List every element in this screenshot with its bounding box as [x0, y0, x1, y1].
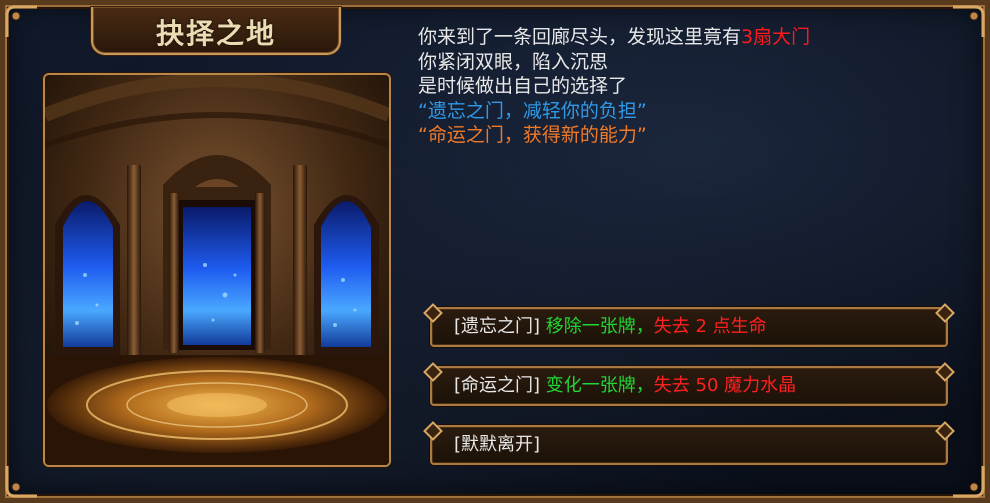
option-cost: 失去 50 魔力水晶 — [653, 375, 797, 396]
event-panel: 抉择之地 你来到了一条回廊尽头，发现这里竟有3扇大门 你紧闭双眼，陷入沉思 是时… — [0, 0, 990, 503]
ornate-corner-icon — [5, 464, 39, 498]
title-plaque: 抉择之地 — [91, 7, 341, 55]
option-fate-door-button[interactable]: [命运之门] 变化一张牌，失去 50 魔力水晶 — [430, 366, 948, 406]
option-effect: 变化一张牌， — [545, 375, 654, 396]
event-illustration — [43, 73, 391, 467]
option-leave-button[interactable]: [默默离开] — [430, 425, 948, 465]
ornate-corner-icon — [951, 464, 985, 498]
option-name: [默默离开] — [454, 434, 541, 455]
story-line: 你紧闭双眼，陷入沉思 — [418, 50, 609, 73]
story-text: 你来到了一条回廊尽头，发现这里竟有 — [418, 26, 742, 48]
door-count-highlight: 3扇大门 — [741, 26, 811, 48]
event-description: 你来到了一条回廊尽头，发现这里竟有3扇大门 你紧闭双眼，陷入沉思 是时候做出自己… — [418, 25, 810, 148]
fate-door-quote: “命运之门，获得新的能力” — [418, 124, 647, 146]
forget-door-quote: “遗忘之门，减轻你的负担” — [418, 99, 647, 122]
story-line: 是时候做出自己的选择了 — [418, 75, 628, 97]
story-line: 你来到了一条回廊尽头，发现这里竟有3扇大门 — [418, 25, 810, 50]
option-forget-door-button[interactable]: [遗忘之门] 移除一张牌，失去 2 点生命 — [430, 307, 948, 347]
option-name: [遗忘之门] — [454, 316, 541, 337]
option-cost: 失去 2 点生命 — [653, 316, 767, 337]
ornate-corner-icon — [5, 5, 39, 39]
option-effect: 移除一张牌， — [545, 316, 654, 337]
ornate-corner-icon — [951, 5, 985, 39]
event-title: 抉择之地 — [155, 17, 276, 50]
option-name: [命运之门] — [454, 375, 541, 396]
